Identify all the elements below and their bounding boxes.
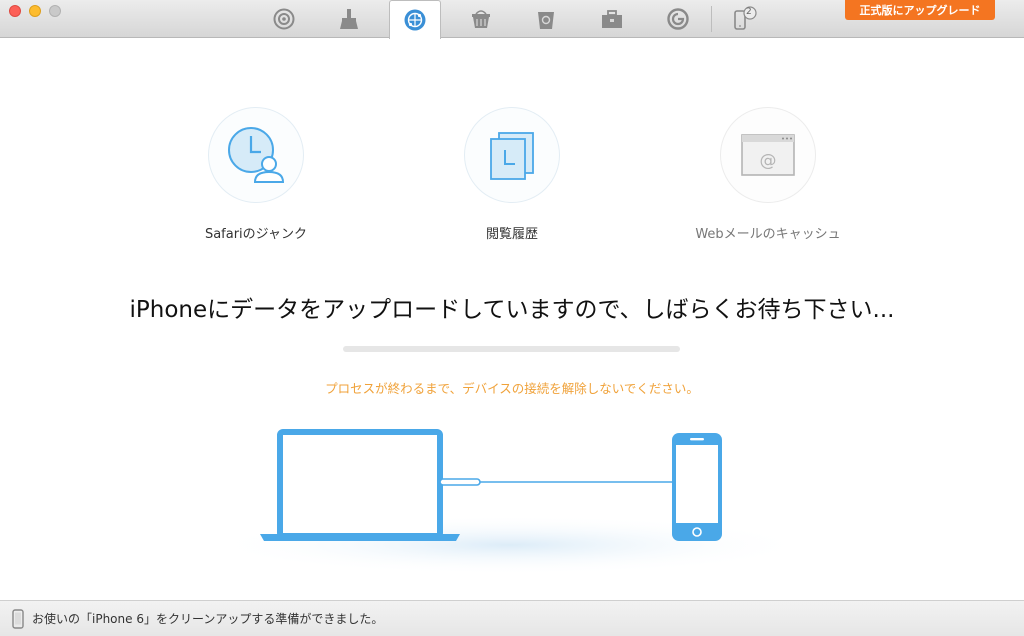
category-circle bbox=[208, 107, 304, 203]
phone-icon bbox=[12, 608, 24, 629]
device-count-badge: 2 bbox=[746, 7, 752, 17]
refresh-icon bbox=[667, 8, 689, 30]
clean-broom-icon bbox=[340, 9, 358, 29]
window-zoom-button[interactable] bbox=[49, 5, 61, 17]
phone-icon bbox=[672, 433, 722, 541]
toolbar-trash-button[interactable] bbox=[520, 0, 572, 38]
category-circle: @ bbox=[720, 107, 816, 203]
toolbar-internet-button[interactable] bbox=[389, 0, 441, 39]
status-text: お使いの「iPhone 6」をクリーンアップする準備ができました。 bbox=[32, 612, 384, 626]
upload-headline: iPhoneにデータをアップロードしていますので、しばらくお待ち下さい... bbox=[129, 297, 895, 323]
category-safari-junk[interactable]: Safariのジャンク bbox=[166, 107, 346, 242]
history-pages-icon bbox=[490, 132, 534, 180]
toolbox-icon bbox=[602, 10, 622, 28]
toolbar-refresh-button[interactable] bbox=[652, 0, 704, 38]
category-label: Safariのジャンク bbox=[204, 227, 308, 242]
toolbar-device-button[interactable]: 2 bbox=[718, 0, 770, 38]
laptop-icon bbox=[260, 429, 460, 541]
category-browsing-history[interactable]: 閲覧履歴 bbox=[422, 107, 602, 242]
window-close-button[interactable] bbox=[9, 5, 21, 17]
overview-icon bbox=[273, 8, 295, 30]
category-circle bbox=[464, 107, 560, 203]
statusbar: お使いの「iPhone 6」をクリーンアップする準備ができました。 bbox=[0, 600, 1024, 636]
junk-basket-icon bbox=[472, 10, 490, 28]
toolbar: 2 正式版にアップグレード bbox=[0, 0, 1024, 39]
clock-user-icon bbox=[228, 127, 285, 183]
category-webmail-cache[interactable]: @ Webメールのキャッシュ bbox=[678, 107, 858, 242]
toolbar-clean-button[interactable] bbox=[323, 0, 375, 38]
disconnect-warning: プロセスが終わるまで、デバイスの接続を解除しないでください。 bbox=[325, 381, 699, 396]
internet-globe-icon bbox=[404, 9, 426, 31]
category-label: Webメールのキャッシュ bbox=[695, 227, 841, 242]
upgrade-button[interactable]: 正式版にアップグレード bbox=[845, 0, 995, 20]
toolbar-overview-button[interactable] bbox=[258, 0, 310, 38]
laptop-to-phone-illustration bbox=[210, 429, 810, 575]
svg-text:@: @ bbox=[760, 151, 777, 171]
category-label: 閲覧履歴 bbox=[485, 227, 538, 242]
trash-bin-icon bbox=[538, 12, 554, 29]
webmail-at-icon: @ bbox=[741, 134, 795, 176]
cable bbox=[439, 478, 672, 486]
device-icon bbox=[734, 6, 757, 30]
window-minimize-button[interactable] bbox=[29, 5, 41, 17]
upload-progress-bar bbox=[343, 346, 680, 352]
toolbar-junk-button[interactable] bbox=[455, 0, 507, 38]
toolbar-divider bbox=[711, 6, 712, 32]
toolbar-toolbox-button[interactable] bbox=[586, 0, 638, 38]
